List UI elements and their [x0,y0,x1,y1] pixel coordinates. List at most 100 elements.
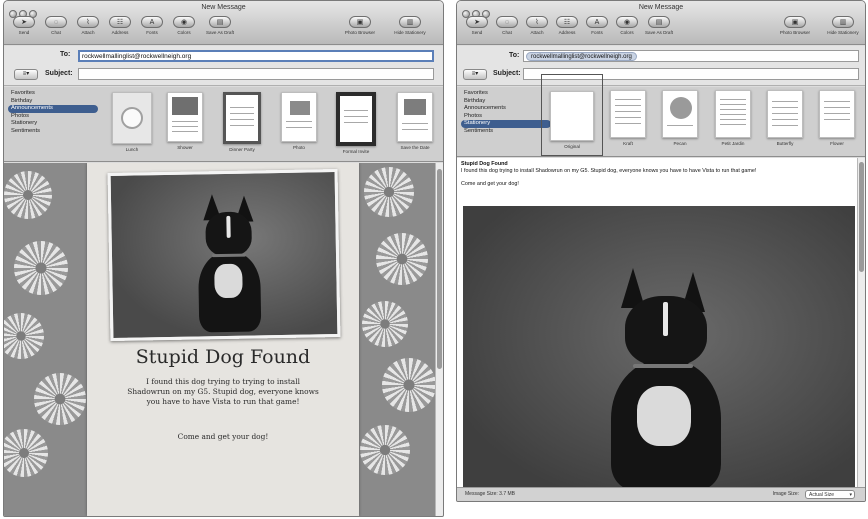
colors-button[interactable]: ◉ Colors [611,16,643,35]
stationery-icon: ▥ [832,16,854,28]
flower-decoration [4,171,52,219]
paperclip-icon: ⌇ [77,16,99,28]
template-kraft[interactable]: Kraft [607,90,649,146]
recipient-token[interactable]: rockwellmallinglist@rockwellneigh.org [526,52,637,61]
save-the-date-thumbnail [397,92,433,142]
to-address: rockwellmallinglist@rockwellneigh.org [82,53,192,60]
category-announcements[interactable]: Announcements [461,105,551,113]
image-size-label: Image Size: [772,491,799,497]
message-body[interactable]: Stupid Dog Found I found this dog trying… [4,163,443,516]
fonts-button[interactable]: A Fonts [581,16,613,35]
photo-browser-button[interactable]: ▣ Photo Browser [344,16,376,35]
hide-stationery-button[interactable]: ▥ Hide Stationery [394,16,426,35]
category-birthday[interactable]: Birthday [461,98,551,106]
toolbar: ➤ Send ◌ Chat ⌇ Attach ☷ Address A Fonts ◉ Col… [8,16,439,44]
stationery-categories: Favorites Birthday Announcements Photos … [8,90,98,136]
letter-paper: Stupid Dog Found I found this dog trying… [87,163,359,516]
template-original[interactable]: Original [541,74,603,156]
flower-decoration [14,241,68,295]
template-photo[interactable]: Photo [278,92,320,150]
to-field[interactable]: rockwellmallinglist@rockwellneigh.org [78,50,434,62]
toolbar: ➤ Send ◌ Chat ⌇ Attach ☷ Address A Fonts ◉ Col… [461,16,861,44]
photo-browser-icon: ▣ [349,16,371,28]
template-dinner-party[interactable]: Dinner Party [218,92,266,152]
flower-decoration [34,373,86,425]
flower-thumbnail [819,90,855,138]
list-icon: ≡▾ [471,71,479,77]
dinner-party-thumbnail [223,92,261,144]
draft-icon: ▤ [209,16,231,28]
category-favorites[interactable]: Favorites [8,90,98,98]
body-signoff: Come and get your dog! [461,180,519,187]
vertical-scrollbar[interactable] [435,163,443,516]
letter-signoff: Come and get your dog! [177,432,269,441]
template-formal-invite[interactable]: Formal Invite [332,92,380,154]
attach-button[interactable]: ⌇ Attach [521,16,553,35]
message-body[interactable]: Stupid Dog Found I found this dog trying… [457,158,865,487]
subject-field[interactable] [78,68,434,80]
status-bar: Message Size: 3.7 MB Image Size: Actual … [457,487,865,501]
fonts-button[interactable]: A Fonts [136,16,168,35]
category-birthday[interactable]: Birthday [8,98,98,106]
vertical-scrollbar[interactable] [857,158,865,487]
to-field[interactable]: rockwellmallinglist@rockwellneigh.org [523,50,859,62]
flower-decoration [382,358,436,412]
save-draft-button[interactable]: ▤ Save As Draft [204,16,236,35]
category-photos[interactable]: Photos [8,113,98,121]
subject-label: Subject: [45,70,73,77]
chat-icon: ◌ [45,16,67,28]
butterfly-thumbnail [767,90,803,138]
list-icon: ≡▾ [22,71,30,77]
kraft-thumbnail [610,90,646,138]
template-butterfly[interactable]: Butterfly [763,90,807,146]
category-stationery[interactable]: Stationery [461,120,551,128]
colors-button[interactable]: ◉ Colors [168,16,200,35]
category-favorites[interactable]: Favorites [461,90,551,98]
chat-button[interactable]: ◌ Chat [40,16,72,35]
window-title: New Message [638,4,684,11]
account-menu-button[interactable]: ≡▾ [14,69,38,80]
lunch-thumbnail [112,92,152,144]
photo-browser-button[interactable]: ▣ Photo Browser [779,16,811,35]
flower-decoration [4,429,48,477]
save-draft-button[interactable]: ▤ Save As Draft [643,16,675,35]
template-shower[interactable]: Shower [164,92,206,150]
window-title: New Message [201,4,246,11]
stationery-categories: Favorites Birthday Announcements Photos … [461,90,551,136]
template-petit-jardin[interactable]: Petit Jardin [711,90,755,146]
category-sentiments[interactable]: Sentiments [8,128,98,136]
send-icon: ➤ [13,16,35,28]
subject-label: Subject: [493,70,521,77]
dog-photo [107,169,341,341]
title-bar: New Message ➤ Send ◌ Chat ⌇ Attach ☷ Address… [4,1,443,45]
address-book-icon: ☷ [556,16,578,28]
message-header: To: rockwellmallinglist@rockwellneigh.or… [4,46,443,86]
address-button[interactable]: ☷ Address [104,16,136,35]
template-lunch[interactable]: Lunch [111,92,153,152]
colors-icon: ◉ [173,16,195,28]
scrollbar-thumb[interactable] [859,162,864,272]
send-button[interactable]: ➤ Send [8,16,40,35]
category-announcements[interactable]: Announcements [8,105,98,113]
scrollbar-thumb[interactable] [437,169,442,369]
chat-button[interactable]: ◌ Chat [491,16,523,35]
petit-jardin-thumbnail [715,90,751,138]
draft-icon: ▤ [648,16,670,28]
template-pecan[interactable]: Pecan [659,90,701,146]
stationery-pane: Favorites Birthday Announcements Photos … [4,87,443,162]
message-header: To: rockwellmallinglist@rockwellneigh.or… [457,46,865,86]
category-stationery[interactable]: Stationery [8,120,98,128]
attach-button[interactable]: ⌇ Attach [72,16,104,35]
fonts-icon: A [141,16,163,28]
template-flower[interactable]: Flower [815,90,859,146]
category-sentiments[interactable]: Sentiments [461,128,551,136]
hide-stationery-button[interactable]: ▥ Hide Stationery [827,16,859,35]
address-button[interactable]: ☷ Address [551,16,583,35]
photo-thumbnail [281,92,317,142]
image-size-select[interactable]: Actual Size ▾ [805,490,855,499]
account-menu-button[interactable]: ≡▾ [463,69,487,80]
category-photos[interactable]: Photos [461,113,551,121]
shower-thumbnail [167,92,203,142]
send-button[interactable]: ➤ Send [461,16,493,35]
template-save-the-date[interactable]: Save the Date [389,92,441,150]
